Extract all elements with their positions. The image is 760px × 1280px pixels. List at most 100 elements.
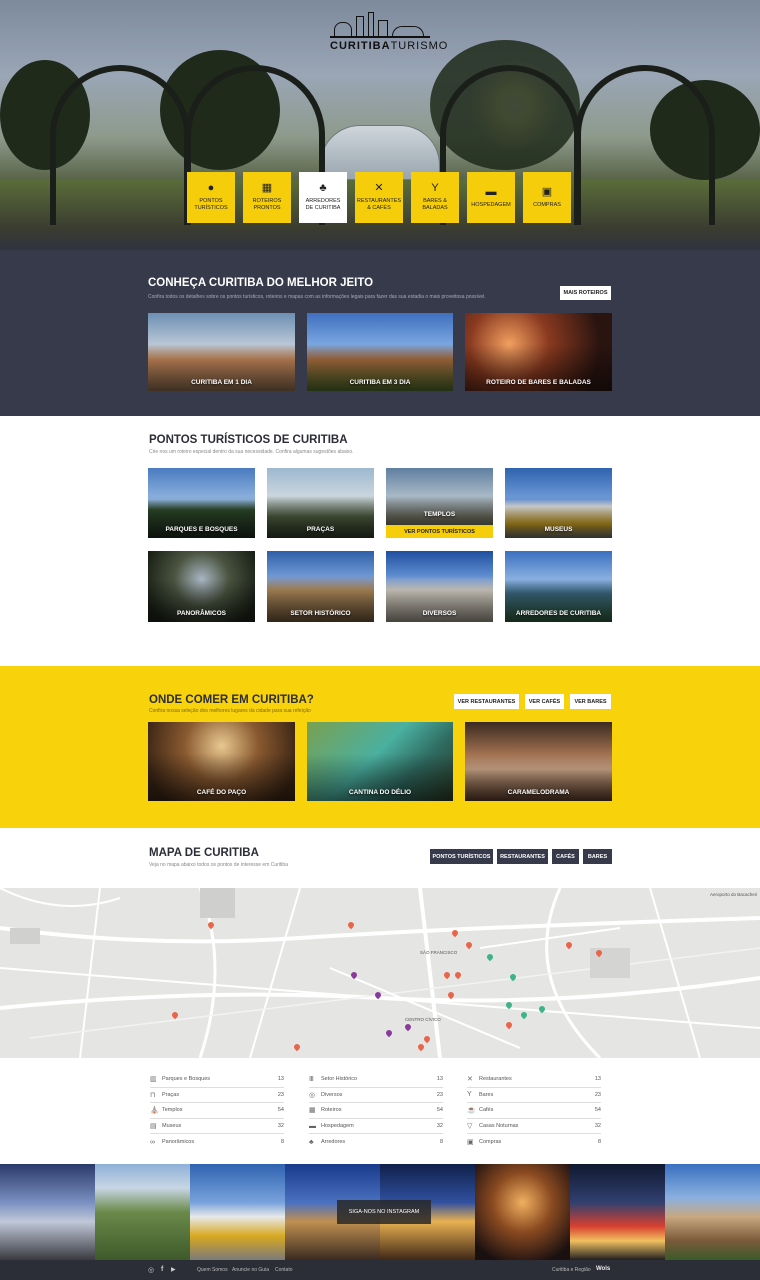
cat-roteiros-prontos[interactable]: ▦ ROTEIROS PRONTOS xyxy=(243,172,291,223)
cat-label: COMPRAS xyxy=(533,201,561,208)
map-icon: ▦ xyxy=(261,182,273,195)
instagram-photo[interactable] xyxy=(665,1164,760,1260)
site-logo[interactable]: CURITIBATURISMO xyxy=(330,12,447,52)
card-cafe-do-paco[interactable]: CAFÉ DO PAÇO xyxy=(148,722,295,801)
instagram-photo[interactable] xyxy=(475,1164,570,1260)
card-panoramicos[interactable]: PANORÂMICOS xyxy=(148,551,255,622)
footer-link-contato[interactable]: Contato xyxy=(275,1267,293,1273)
stat-panoramicos[interactable]: ∞ Panorâmicos 8 xyxy=(150,1134,284,1150)
agency-logo[interactable]: Wols xyxy=(596,1266,610,1272)
cat-compras[interactable]: ▣ COMPRAS xyxy=(523,172,571,223)
cat-arredores[interactable]: ♣ ARREDORES DE CURITIBA xyxy=(299,172,347,223)
card-label: TEMPLOS xyxy=(423,511,456,518)
card-curitiba-1-dia[interactable]: CURITIBA EM 1 DIA xyxy=(148,313,295,391)
map-label-aeroporto: Aeroporto do Bacacheri xyxy=(710,892,758,897)
section-subtitle: Crie nos um roteiro especial dentro da s… xyxy=(149,449,354,455)
instagram-photo[interactable] xyxy=(0,1164,95,1260)
cutlery-icon: ✕ xyxy=(374,182,384,195)
instagram-photo[interactable] xyxy=(190,1164,285,1260)
card-label: SETOR HISTÓRICO xyxy=(290,610,351,617)
cat-restaurantes-cafes[interactable]: ✕ RESTAURANTES & CAFÉS xyxy=(355,172,403,223)
stat-bares[interactable]: Y Bares 23 xyxy=(467,1088,601,1104)
stat-roteiros[interactable]: ▦ Roteiros 54 xyxy=(309,1103,443,1119)
skyline-logo-icon xyxy=(330,12,430,38)
section-conheca: CONHEÇA CURITIBA DO MELHOR JEITO Confira… xyxy=(0,250,760,416)
stat-templos[interactable]: ⛪ Templos 54 xyxy=(150,1103,284,1119)
card-label: PRAÇAS xyxy=(306,526,335,533)
cocktail-icon: Y xyxy=(431,182,439,195)
card-label: DIVERSOS xyxy=(422,610,457,617)
filter-bares[interactable]: BARES xyxy=(583,849,612,864)
card-pracas[interactable]: PRAÇAS xyxy=(267,468,374,538)
ver-restaurantes-button[interactable]: VER RESTAURANTES xyxy=(454,694,519,709)
stat-compras[interactable]: ▣ Compras 8 xyxy=(467,1134,601,1150)
stat-hospedagem[interactable]: ▬ Hospedagem 32 xyxy=(309,1119,443,1135)
coffee-icon: ☕ xyxy=(467,1107,476,1115)
footer-copyright: Curitiba e Região xyxy=(552,1267,591,1273)
card-label: MUSEUS xyxy=(544,526,573,533)
filter-cafes[interactable]: CAFÉS xyxy=(552,849,579,864)
stat-diversos[interactable]: ◎ Diversos 23 xyxy=(309,1088,443,1104)
map-icon: ▦ xyxy=(309,1107,316,1115)
ver-bares-button[interactable]: VER BARES xyxy=(570,694,611,709)
stat-museus[interactable]: ▤ Museus 32 xyxy=(150,1119,284,1135)
card-roteiro-bares[interactable]: ROTEIRO DE BARES E BALADAS xyxy=(465,313,612,391)
map-pin-icon: ● xyxy=(207,182,215,195)
city-map[interactable]: CENTRO CÍVICO Aeroporto do Bacacheri SÃO… xyxy=(0,888,760,1058)
cat-pontos-turisticos[interactable]: ● PONTOS TURÍSTICOS xyxy=(187,172,235,223)
card-parques-bosques[interactable]: PARQUES E BOSQUES xyxy=(148,468,255,538)
section-title: ONDE COMER EM CURITIBA? xyxy=(149,694,314,706)
cocktail-icon: Y xyxy=(467,1091,472,1099)
follow-instagram-button[interactable]: SIGA-NOS NO INSTAGRAM xyxy=(337,1200,431,1224)
card-label: ROTEIRO DE BARES E BALADAS xyxy=(486,379,591,386)
card-label: CAFÉ DO PAÇO xyxy=(196,789,247,796)
filter-pontos-turisticos[interactable]: PONTOS TURÍSTICOS xyxy=(430,849,493,864)
card-label: CURITIBA EM 1 DIA xyxy=(191,379,252,386)
filter-restaurantes[interactable]: RESTAURANTES xyxy=(497,849,548,864)
instagram-photo[interactable] xyxy=(95,1164,190,1260)
stat-cafes[interactable]: ☕ Cafés 54 xyxy=(467,1103,601,1119)
cat-bares-baladas[interactable]: Y BARES & BALADAS xyxy=(411,172,459,223)
card-diversos[interactable]: DIVERSOS xyxy=(386,551,493,622)
cat-label: PONTOS xyxy=(199,198,223,205)
tree-icon: ♣ xyxy=(319,182,327,195)
stat-parques[interactable]: ▥ Parques e Bosques 13 xyxy=(150,1072,284,1088)
card-label: CURITIBA EM 3 DIA xyxy=(349,379,411,386)
temple-icon: ⛪ xyxy=(150,1107,159,1115)
card-curitiba-3-dia[interactable]: CURITIBA EM 3 DIA xyxy=(307,313,453,391)
stat-restaurantes[interactable]: ✕ Restaurantes 13 xyxy=(467,1072,601,1088)
cat-label: RESTAURANTES xyxy=(356,198,402,205)
shopping-bag-icon: ▣ xyxy=(541,185,553,198)
instagram-photo[interactable] xyxy=(570,1164,665,1260)
card-cantina-do-delio[interactable]: CANTINA DO DÉLIO xyxy=(307,722,453,801)
footer-link-anuncie[interactable]: Anuncie no Guia xyxy=(232,1267,269,1273)
youtube-icon[interactable]: ▶ xyxy=(171,1266,176,1273)
stat-pracas[interactable]: ⊓ Praças 23 xyxy=(150,1088,284,1104)
drink-icon: ▽ xyxy=(467,1123,473,1131)
stat-arredores[interactable]: ♣ Arredores 8 xyxy=(309,1134,443,1150)
card-arredores[interactable]: ARREDORES DE CURITIBA xyxy=(505,551,612,622)
footer-link-quem-somos[interactable]: Quem Somos xyxy=(197,1267,228,1273)
cat-hospedagem[interactable]: ▬ HOSPEDAGEM xyxy=(467,172,515,223)
stat-casas-noturnas[interactable]: ▽ Casas Noturnas 32 xyxy=(467,1119,601,1135)
card-museus[interactable]: MUSEUS xyxy=(505,468,612,538)
facebook-icon[interactable]: f xyxy=(161,1266,163,1273)
cat-label: BALADAS xyxy=(422,205,448,211)
card-caramelodrama[interactable]: CARAMELODRAMA xyxy=(465,722,612,801)
shopping-bag-icon: ▣ xyxy=(467,1139,474,1147)
cat-label: HOSPEDAGEM xyxy=(471,201,511,208)
stat-setor-historico[interactable]: Ⅲ Setor Histórico 13 xyxy=(309,1072,443,1088)
ver-pontos-turisticos-button[interactable]: VER PONTOS TURÍSTICOS xyxy=(386,525,493,538)
section-mapa: MAPA DE CURITIBA Veja no mapa abaixo tod… xyxy=(0,828,760,888)
ver-cafes-button[interactable]: VER CAFÉS xyxy=(525,694,564,709)
card-label: CARAMELODRAMA xyxy=(507,789,570,796)
card-templos[interactable]: TEMPLOS VER PONTOS TURÍSTICOS xyxy=(386,468,493,538)
garden-arch xyxy=(575,65,715,225)
cat-label: ROTEIROS xyxy=(252,198,282,205)
instagram-icon[interactable]: ◎ xyxy=(148,1266,154,1274)
building-icon: ▥ xyxy=(150,1076,157,1084)
section-onde-comer: ONDE COMER EM CURITIBA? Confira nossa se… xyxy=(0,666,760,828)
mais-roteiros-button[interactable]: MAIS ROTEIROS xyxy=(560,286,611,300)
card-setor-historico[interactable]: SETOR HISTÓRICO xyxy=(267,551,374,622)
bed-icon: ▬ xyxy=(485,185,497,198)
